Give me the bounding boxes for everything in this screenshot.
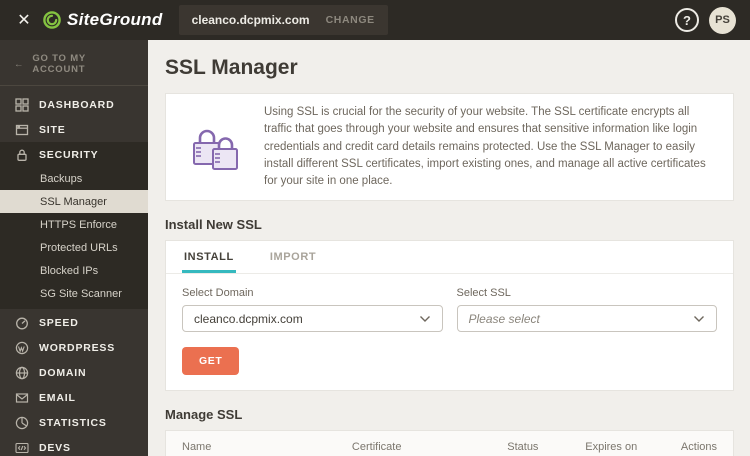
- sidebar-subitem-protected-urls[interactable]: Protected URLs: [0, 236, 148, 259]
- sidebar-item-dashboard[interactable]: DASHBOARD: [0, 92, 148, 117]
- ssl-table: Name Certificate Status Expires on Actio…: [166, 431, 733, 456]
- manage-ssl-heading: Manage SSL: [165, 407, 243, 423]
- help-icon[interactable]: ?: [675, 8, 699, 32]
- site-icon: [14, 123, 29, 137]
- ssl-intro-text: Using SSL is crucial for the security of…: [264, 106, 706, 187]
- main-content: SSL Manager Using SSL is crucial for the…: [148, 40, 750, 456]
- sidebar: ← GO TO MY ACCOUNT DASHBOARD SITE SECURI…: [0, 40, 148, 456]
- change-domain-button[interactable]: CHANGE: [326, 14, 375, 26]
- sidebar-item-label: SITE: [39, 123, 66, 136]
- dashboard-icon: [14, 97, 29, 112]
- page-title: SSL Manager: [165, 56, 298, 79]
- select-domain-label: Select Domain: [182, 287, 254, 300]
- install-new-ssl-heading: Install New SSL: [165, 217, 262, 233]
- column-header-name: Name: [166, 431, 336, 456]
- padlocks-icon: [174, 123, 264, 171]
- brand-name: SiteGround: [67, 10, 163, 29]
- globe-icon: [14, 366, 29, 380]
- sidebar-subitem-sg-site-scanner[interactable]: SG Site Scanner: [0, 282, 148, 305]
- code-icon: [14, 441, 29, 455]
- sidebar-item-devs[interactable]: DEVS: [0, 435, 148, 456]
- pie-chart-icon: [14, 416, 29, 430]
- select-ssl-field: Select SSL Please select: [456, 287, 717, 333]
- wordpress-icon: [14, 341, 29, 355]
- sidebar-subitem-backups[interactable]: Backups: [0, 167, 148, 190]
- ssl-intro-card: Using SSL is crucial for the security of…: [165, 93, 734, 202]
- sidebar-item-email[interactable]: EMAIL: [0, 385, 148, 410]
- chevron-down-icon: [693, 315, 705, 323]
- install-tabs: INSTALL IMPORT: [166, 241, 733, 275]
- current-domain-label: cleanco.dcpmix.com: [191, 13, 310, 27]
- siteground-logo[interactable]: SiteGround: [42, 10, 163, 30]
- sidebar-item-label: DEVS: [39, 441, 71, 454]
- speed-icon: [14, 316, 29, 330]
- select-ssl-dropdown[interactable]: Please select: [456, 305, 717, 333]
- avatar[interactable]: PS: [709, 6, 736, 34]
- select-domain-value: cleanco.dcpmix.com: [194, 311, 303, 326]
- sidebar-subitem-ssl-manager[interactable]: SSL Manager: [0, 190, 148, 213]
- get-button[interactable]: GET: [182, 347, 240, 376]
- security-section: SECURITY Backups SSL Manager HTTPS Enfor…: [0, 142, 148, 309]
- chevron-down-icon: [419, 315, 431, 323]
- envelope-icon: [14, 391, 29, 405]
- current-domain-box: cleanco.dcpmix.com CHANGE: [178, 5, 388, 35]
- back-arrow-icon: ←: [14, 58, 25, 70]
- tab-import[interactable]: IMPORT: [268, 241, 318, 273]
- sidebar-item-wordpress[interactable]: WORDPRESS: [0, 335, 148, 360]
- sidebar-item-label: SPEED: [39, 316, 79, 329]
- sidebar-item-label: DASHBOARD: [39, 98, 115, 111]
- select-domain-dropdown[interactable]: cleanco.dcpmix.com: [182, 305, 443, 333]
- column-header-certificate: Certificate: [335, 431, 492, 456]
- siteground-logo-icon: [42, 10, 62, 30]
- lock-icon: [14, 148, 29, 162]
- close-icon[interactable]: ✕: [12, 8, 36, 32]
- back-link-label: GO TO MY ACCOUNT: [32, 53, 86, 75]
- topbar: ✕ SiteGround cleanco.dcpmix.com CHANGE ?…: [0, 0, 750, 40]
- sidebar-item-security[interactable]: SECURITY: [0, 142, 148, 167]
- install-ssl-card: INSTALL IMPORT Select Domain cleanco.dcp…: [165, 240, 734, 392]
- sidebar-divider: [0, 85, 148, 86]
- table-header-row: Name Certificate Status Expires on Actio…: [166, 431, 733, 456]
- sidebar-item-label: WORDPRESS: [39, 341, 116, 354]
- sidebar-item-label: DOMAIN: [39, 366, 87, 379]
- sidebar-subitem-https-enforce[interactable]: HTTPS Enforce: [0, 213, 148, 236]
- tab-install[interactable]: INSTALL: [182, 241, 236, 274]
- sidebar-item-statistics[interactable]: STATISTICS: [0, 410, 148, 435]
- sidebar-item-label: EMAIL: [39, 391, 76, 404]
- column-header-expires: Expires on: [569, 431, 665, 456]
- manage-ssl-card: Name Certificate Status Expires on Actio…: [165, 430, 734, 456]
- column-header-status: Status: [491, 431, 570, 456]
- select-ssl-label: Select SSL: [456, 287, 511, 300]
- column-header-actions: Actions: [664, 431, 733, 456]
- go-to-my-account-link[interactable]: ← GO TO MY ACCOUNT: [0, 40, 148, 85]
- sidebar-item-site[interactable]: SITE: [0, 117, 148, 142]
- select-domain-field: Select Domain cleanco.dcpmix.com: [182, 287, 443, 333]
- sidebar-item-speed[interactable]: SPEED: [0, 310, 148, 335]
- sidebar-item-domain[interactable]: DOMAIN: [0, 360, 148, 385]
- sidebar-item-label: SECURITY: [39, 148, 99, 161]
- sidebar-item-label: STATISTICS: [39, 416, 107, 429]
- select-ssl-placeholder: Please select: [468, 311, 540, 326]
- sidebar-subitem-blocked-ips[interactable]: Blocked IPs: [0, 259, 148, 282]
